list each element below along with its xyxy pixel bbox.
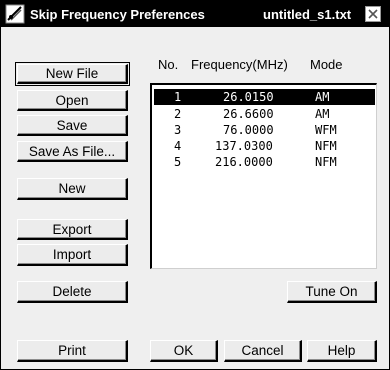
save-button[interactable]: Save [17, 115, 128, 136]
save-as-file-button[interactable]: Save As File... [17, 141, 128, 162]
print-button[interactable]: Print [17, 340, 128, 362]
radio-app-icon[interactable] [4, 3, 26, 25]
delete-button[interactable]: Delete [17, 281, 128, 303]
new-button[interactable]: New [17, 178, 128, 200]
list-row-5[interactable]: 5 216.0000 NFM [154, 154, 375, 170]
export-button[interactable]: Export [17, 219, 128, 240]
list-row-2[interactable]: 2 26.6600 AM [154, 106, 375, 122]
preferences-window: Skip Frequency Preferences untitled_s1.t… [0, 0, 390, 370]
ok-button[interactable]: OK [150, 340, 218, 362]
list-row-4[interactable]: 4 137.0300 NFM [154, 138, 375, 154]
import-button[interactable]: Import [17, 244, 128, 266]
list-row-1[interactable]: 1 26.0150 AM [154, 89, 375, 105]
column-header-frequency: Frequency(MHz) [191, 57, 288, 72]
help-button[interactable]: Help [307, 340, 377, 362]
title-bar[interactable]: Skip Frequency Preferences untitled_s1.t… [1, 1, 389, 27]
frequency-list[interactable]: 1 26.0150 AM 2 26.6600 AM 3 76.0000 WFM … [150, 83, 377, 269]
close-icon[interactable] [365, 6, 381, 22]
window-title: Skip Frequency Preferences [30, 6, 205, 22]
window-filename: untitled_s1.txt [263, 7, 352, 22]
list-row-3[interactable]: 3 76.0000 WFM [154, 122, 375, 138]
column-header-mode: Mode [310, 57, 343, 72]
open-button[interactable]: Open [17, 90, 128, 111]
cancel-button[interactable]: Cancel [224, 340, 302, 362]
new-file-button[interactable]: New File [15, 62, 130, 86]
column-header-no: No. [158, 57, 179, 72]
tune-on-button[interactable]: Tune On [287, 281, 377, 303]
